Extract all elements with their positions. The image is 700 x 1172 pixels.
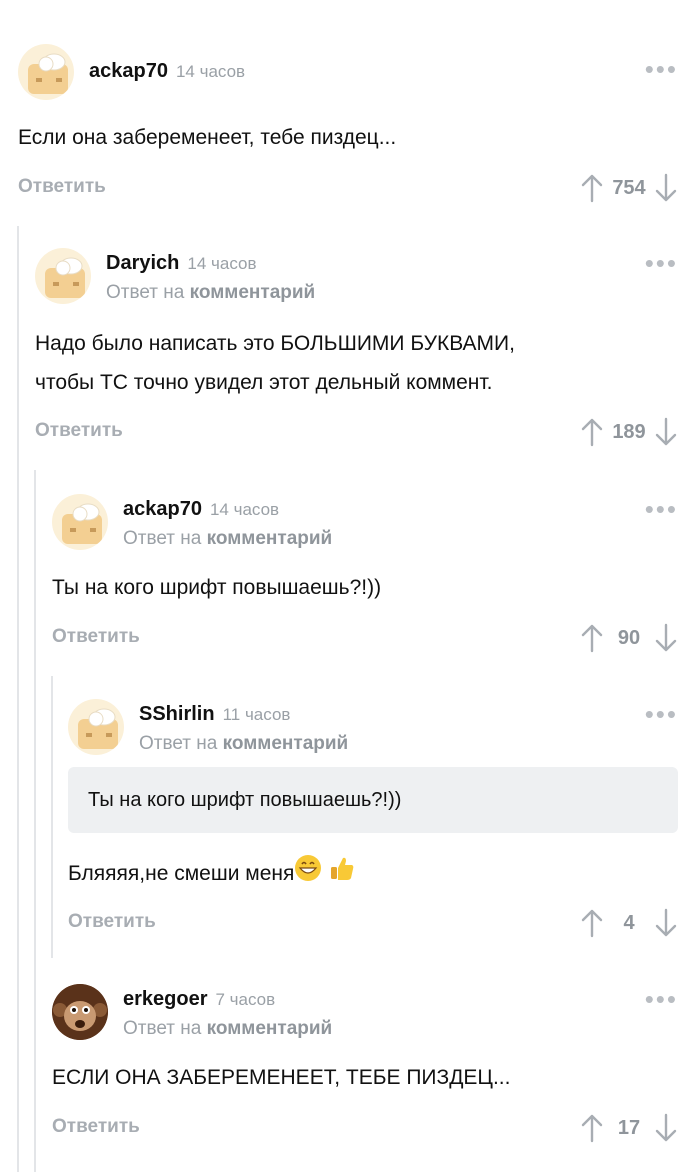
username[interactable]: ackap70 xyxy=(89,60,168,82)
vote-controls: 90 xyxy=(580,622,678,654)
comment-time: 11 часов xyxy=(222,705,291,724)
comment-header: Daryich 14 часов xyxy=(106,252,257,275)
comment-text-line: чтобы ТС точно увидел этот дельный комме… xyxy=(35,371,493,394)
chef-hat-avatar[interactable] xyxy=(52,494,108,550)
username[interactable]: Daryich xyxy=(106,252,179,274)
arrow-down-icon[interactable] xyxy=(654,908,678,938)
more-horizontal-icon[interactable]: ••• xyxy=(645,56,678,82)
score: 4 xyxy=(623,911,635,934)
username[interactable]: SShirlin xyxy=(139,703,215,725)
comment-time: 14 часов xyxy=(175,62,246,81)
arrow-down-icon[interactable] xyxy=(654,417,678,447)
reply-to-link[interactable]: комментарий xyxy=(223,733,349,754)
reply-to-note: Ответ на комментарий xyxy=(123,528,332,550)
comment-footer: Ответить 189 xyxy=(35,416,678,448)
thread-line xyxy=(17,226,19,1172)
arrow-up-icon[interactable] xyxy=(580,417,604,447)
score: 17 xyxy=(617,1116,641,1139)
reply-button[interactable]: Ответить xyxy=(68,911,156,933)
comment-text: Бляяяя,не смеши меня xyxy=(68,854,356,895)
arrow-down-icon[interactable] xyxy=(654,173,678,203)
more-horizontal-icon[interactable]: ••• xyxy=(645,250,678,276)
arrow-up-icon[interactable] xyxy=(580,623,604,653)
comment-footer: Ответить 754 xyxy=(18,172,678,204)
comment-time: 7 часов xyxy=(215,990,276,1009)
reply-button[interactable]: Ответить xyxy=(52,1116,140,1138)
comment: ackap70 14 часов ••• Если она забеременее… xyxy=(18,44,678,219)
comment-footer: Ответить 4 xyxy=(68,907,678,939)
reply-to-note: Ответ на комментарий xyxy=(139,733,348,755)
monkey-avatar[interactable] xyxy=(52,984,108,1040)
arrow-down-icon[interactable] xyxy=(654,623,678,653)
comment-text: ЕСЛИ ОНА ЗАБЕРЕМЕНЕЕТ, ТЕБЕ ПИЗДЕЦ... xyxy=(52,1066,511,1089)
comment-header: ackap70 14 часов xyxy=(123,498,279,521)
reply-button[interactable]: Ответить xyxy=(18,176,106,198)
reply-to-link[interactable]: комментарий xyxy=(207,528,333,549)
comment-text-content: Бляяяя,не смеши меня xyxy=(68,862,295,886)
comment-time: 14 часов xyxy=(209,500,280,519)
comment-header: ackap70 14 часов xyxy=(89,60,245,83)
comment-footer: Ответить 90 xyxy=(52,622,678,654)
reply-to-prefix: Ответ на xyxy=(106,282,185,303)
more-horizontal-icon[interactable]: ••• xyxy=(645,496,678,522)
score: 189 xyxy=(612,420,646,443)
comment-footer: Ответить 17 xyxy=(52,1112,678,1144)
score: 754 xyxy=(612,176,646,199)
reply-to-prefix: Ответ на xyxy=(123,528,202,549)
arrow-up-icon[interactable] xyxy=(580,1113,604,1143)
reply-button[interactable]: Ответить xyxy=(35,420,123,442)
comment: SShirlin 11 часов Ответ на комментарий ••… xyxy=(68,699,678,954)
comment-text-line: Надо было написать это БОЛЬШИМИ БУКВАМИ, xyxy=(35,332,515,355)
comment-header: SShirlin 11 часов xyxy=(139,703,290,726)
more-horizontal-icon[interactable]: ••• xyxy=(645,701,678,727)
comment: ackap70 14 часов Ответ на комментарий •••… xyxy=(52,494,678,664)
reply-button[interactable]: Ответить xyxy=(52,626,140,648)
thread-line xyxy=(51,676,53,958)
reply-to-prefix: Ответ на xyxy=(139,733,218,754)
comment-header: erkegoer 7 часов xyxy=(123,988,275,1011)
arrow-up-icon[interactable] xyxy=(580,908,604,938)
comment: erkegoer 7 часов Ответ на комментарий •••… xyxy=(52,984,678,1154)
thumbs-up-emoji xyxy=(328,854,356,895)
reply-to-note: Ответ на комментарий xyxy=(123,1018,332,1040)
username[interactable]: ackap70 xyxy=(123,498,202,520)
score: 90 xyxy=(617,626,641,649)
vote-controls: 189 xyxy=(580,416,678,448)
reply-to-link[interactable]: комментарий xyxy=(190,282,316,303)
vote-controls: 17 xyxy=(580,1112,678,1144)
comment-time: 14 часов xyxy=(187,254,257,273)
vote-controls: 754 xyxy=(580,172,678,204)
quoted-comment[interactable]: Ты на кого шрифт повышаешь?!)) xyxy=(68,767,678,833)
arrow-down-icon[interactable] xyxy=(654,1113,678,1143)
chef-hat-avatar[interactable] xyxy=(68,699,124,755)
username[interactable]: erkegoer xyxy=(123,988,208,1010)
arrow-up-icon[interactable] xyxy=(580,173,604,203)
comment-text: Надо было написать это БОЛЬШИМИ БУКВАМИ,… xyxy=(35,324,515,402)
comment-text: Ты на кого шрифт повышаешь?!)) xyxy=(52,576,382,599)
comment-text: Если она забеременеет, тебе пиздец... xyxy=(18,126,397,149)
chef-hat-avatar[interactable] xyxy=(35,248,91,304)
chef-hat-avatar[interactable] xyxy=(18,44,74,100)
grinning-face-emoji xyxy=(294,854,322,895)
more-horizontal-icon[interactable]: ••• xyxy=(645,986,678,1012)
vote-controls: 4 xyxy=(580,907,678,939)
reply-to-note: Ответ на комментарий xyxy=(106,282,315,304)
thread-line xyxy=(34,470,36,1172)
comment: Daryich 14 часов Ответ на комментарий •••… xyxy=(35,248,678,448)
reply-to-link[interactable]: комментарий xyxy=(207,1018,333,1039)
reply-to-prefix: Ответ на xyxy=(123,1018,202,1039)
